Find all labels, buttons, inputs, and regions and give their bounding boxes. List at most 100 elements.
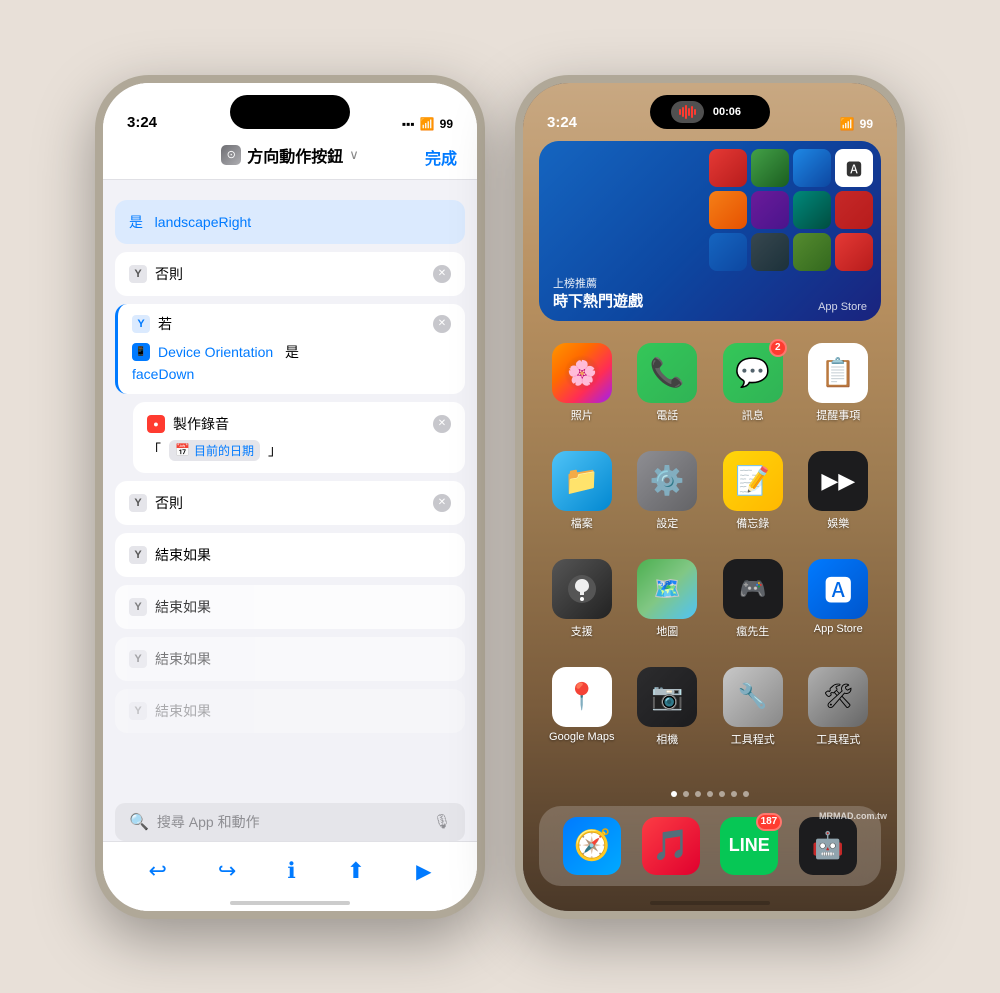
dock-mrmad[interactable]: 🤖 [799,817,857,875]
close-btn-2[interactable]: ✕ [433,494,451,512]
app-googlemaps[interactable]: 📍 Google Maps [539,657,625,757]
reminders-icon: 📋 [808,343,868,403]
device-icon: 📱 [132,343,150,361]
tools1-icon: 🔧 [723,667,783,727]
redo-icon[interactable]: ↪ [218,858,236,884]
app-support[interactable]: 支援 [539,549,625,649]
shortcuts-list[interactable]: 是 landscapeRight Y 否則 ✕ Y 若 ✕ [103,188,477,781]
widget-main-title: 時下熱門遊戲 [553,290,643,311]
zhaxiansheng-icon: 🎮 [723,559,783,619]
messages-badge: 2 [769,339,787,357]
dock-line[interactable]: LINE 187 [720,817,778,875]
wave-bar [694,109,696,115]
y-icon-1: Y [129,265,147,283]
record-row: ● 製作錄音 ✕ [147,414,451,434]
appstore-widget[interactable]: 🅰 上榜推薦 時下熱門遊戲 App Store [539,141,881,321]
wave-bars [679,105,696,119]
if-label: 若 [158,314,172,334]
phone-icon: 📞 [637,343,697,403]
widget-app-8 [835,191,873,229]
app-tools1[interactable]: 🔧 工具程式 [710,657,796,757]
if-block: Y 若 ✕ 📱 Device Orientation 是 faceDown [115,304,465,394]
endif-card-4: Y 結束如果 [115,689,465,733]
status-icons-right: 📶 99 [840,117,873,131]
widget-app-10 [751,233,789,271]
settings-icon: ⚙️ [637,451,697,511]
app-notes[interactable]: 📝 備忘錄 [710,441,796,541]
app-messages[interactable]: 💬 2 訊息 [710,333,796,433]
app-reminders[interactable]: 📋 提醒事項 [796,333,882,433]
dot-6 [731,791,737,797]
recording-indicator: 00:06 [663,97,757,127]
else-row-2: Y 否則 ✕ [129,493,451,513]
app-row-2: 📁 檔案 ⚙️ 設定 📝 備忘錄 ▶▶ 娛樂 [539,441,881,541]
app-name-zhaxiansheng: 瘋先生 [736,623,769,639]
app-name-photos: 照片 [571,407,593,423]
search-bar[interactable]: 🔍 搜尋 App 和動作 🎙 [115,803,465,841]
search-input[interactable]: 搜尋 App 和動作 [157,812,425,832]
widget-app-9 [709,233,747,271]
page-dots [523,791,897,797]
else-card-1: Y 否則 ✕ [115,252,465,296]
dot-2 [683,791,689,797]
app-maps[interactable]: 🗺️ 地圖 [625,549,711,649]
calendar-icon: 📅 [175,443,190,457]
app-appstore[interactable]: 🅰 App Store [796,549,882,649]
endif-card-3: Y 結束如果 [115,637,465,681]
app-files[interactable]: 📁 檔案 [539,441,625,541]
widget-app-5 [709,191,747,229]
app-camera[interactable]: 📷 相機 [625,657,711,757]
endif-label-1: 結束如果 [155,545,211,565]
dock-safari[interactable]: 🧭 [563,817,621,875]
is-label: 是 [281,342,299,362]
widget-store: App Store [818,301,867,313]
dot-1 [671,791,677,797]
music-dock-icon: 🎵 [642,817,700,875]
widget-app-2 [751,149,789,187]
app-name-maps: 地圖 [656,623,678,639]
entertainment-icon: ▶▶ [808,451,868,511]
date-chip: 📅 目前的日期 [169,440,260,461]
app-name-notes: 備忘錄 [736,515,769,531]
close-btn-if[interactable]: ✕ [433,315,451,333]
landscape-label: 是 landscapeRight [129,212,251,232]
dot-7 [743,791,749,797]
widget-sublabel: 上榜推薦 [553,275,597,291]
record-label: 製作錄音 [173,414,229,434]
if-row: Y 若 ✕ [132,314,451,334]
app-name-appstore: App Store [814,623,863,635]
y-icon-e3: Y [129,650,147,668]
app-phone[interactable]: 📞 電話 [625,333,711,433]
dot-3 [695,791,701,797]
app-entertainment[interactable]: ▶▶ 娛樂 [796,441,882,541]
app-name-camera: 相機 [656,731,678,747]
shortcut-title: 方向動作按鈕 [247,143,343,167]
mrmad-dock-icon: 🤖 [799,817,857,875]
undo-icon[interactable]: ↩ [148,858,166,884]
share-icon[interactable]: ⬆ [347,858,365,884]
done-button[interactable]: 完成 [425,145,457,169]
widget-app-6 [751,191,789,229]
widget-app-7 [793,191,831,229]
app-tools2[interactable]: 🛠 工具程式 [796,657,882,757]
rec-timer: 00:06 [705,102,749,122]
else-row-1: Y 否則 ✕ [129,264,451,284]
app-settings[interactable]: ⚙️ 設定 [625,441,711,541]
else-label-1: 否則 [155,264,183,284]
close-btn-1[interactable]: ✕ [433,265,451,283]
app-name-settings: 設定 [656,515,678,531]
dot-5 [719,791,725,797]
home-indicator-left [230,901,350,905]
close-btn-record[interactable]: ✕ [433,415,451,433]
info-icon[interactable]: ℹ [287,858,295,884]
app-name-tools1: 工具程式 [731,731,775,747]
app-zhaxiansheng[interactable]: 🎮 瘋先生 [710,549,796,649]
app-photos[interactable]: 🌸 照片 [539,333,625,433]
device-orientation-row: 📱 Device Orientation 是 [132,342,451,362]
play-icon[interactable]: ▶ [416,859,431,884]
endif-row-2: Y 結束如果 [129,597,451,617]
time-left: 3:24 [127,114,157,131]
googlemaps-icon: 📍 [552,667,612,727]
dock-music[interactable]: 🎵 [642,817,700,875]
landscape-card: 是 landscapeRight [115,200,465,244]
